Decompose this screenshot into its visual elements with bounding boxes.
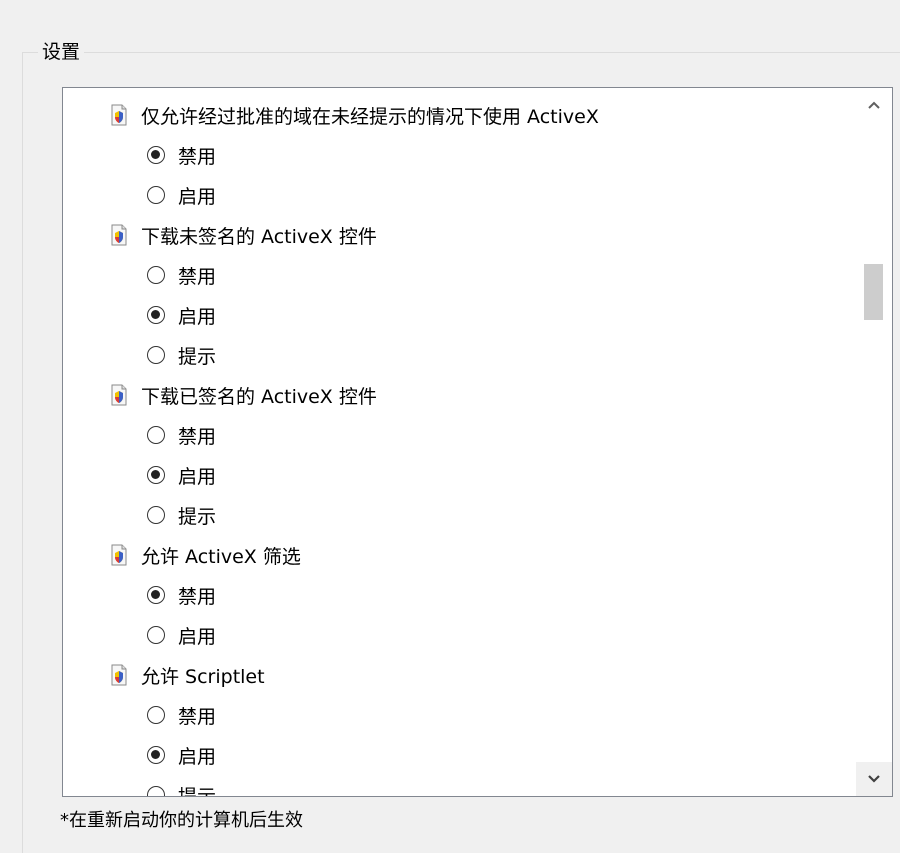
settings-page-icon	[109, 664, 129, 686]
radio-option[interactable]: 启用	[147, 295, 216, 335]
radio-option-label: 提示	[178, 505, 217, 528]
radio-option[interactable]: 禁用	[147, 695, 216, 735]
radio-option-label: 启用	[178, 465, 217, 488]
radio-option-label: 禁用	[178, 705, 217, 728]
setting-item: 下载未签名的 ActiveX 控件	[109, 215, 377, 255]
radio-unchecked-icon[interactable]	[147, 506, 165, 524]
vertical-scrollbar[interactable]	[856, 88, 892, 796]
setting-label: 仅允许经过批准的域在未经提示的情况下使用 ActiveX	[141, 105, 599, 128]
group-title: 设置	[38, 39, 85, 65]
setting-label: 允许 Scriptlet	[141, 665, 265, 688]
settings-list[interactable]: 仅允许经过批准的域在未经提示的情况下使用 ActiveX 禁用 启用 下载未签名的 A…	[62, 87, 893, 797]
radio-checked-icon[interactable]	[147, 746, 165, 764]
radio-unchecked-icon[interactable]	[147, 266, 165, 284]
radio-unchecked-icon[interactable]	[147, 346, 165, 364]
setting-label: 下载已签名的 ActiveX 控件	[141, 385, 377, 408]
radio-option[interactable]: 禁用	[147, 415, 216, 455]
radio-option[interactable]: 提示	[147, 775, 217, 797]
settings-page-icon	[109, 224, 129, 246]
radio-option-label: 禁用	[178, 145, 217, 168]
radio-option[interactable]: 提示	[147, 495, 216, 535]
radio-unchecked-icon[interactable]	[147, 706, 165, 724]
radio-option-label: 提示	[178, 785, 217, 797]
chevron-down-icon	[868, 775, 880, 783]
radio-unchecked-icon[interactable]	[147, 786, 165, 796]
radio-option[interactable]: 禁用	[147, 255, 216, 295]
radio-checked-icon[interactable]	[147, 466, 165, 484]
setting-item: 允许 ActiveX 筛选	[109, 535, 301, 575]
radio-option[interactable]: 禁用	[147, 575, 216, 615]
radio-unchecked-icon[interactable]	[147, 426, 165, 444]
radio-option-label: 禁用	[178, 425, 217, 448]
restart-note: *在重新启动你的计算机后生效	[60, 810, 303, 831]
radio-unchecked-icon[interactable]	[147, 186, 165, 204]
radio-option-label: 禁用	[178, 265, 217, 288]
radio-option-label: 提示	[178, 345, 217, 368]
settings-page-icon	[109, 104, 129, 126]
radio-unchecked-icon[interactable]	[147, 626, 165, 644]
radio-checked-icon[interactable]	[147, 146, 165, 164]
radio-checked-icon[interactable]	[147, 586, 165, 604]
radio-option-label: 启用	[178, 625, 217, 648]
setting-item: 下载已签名的 ActiveX 控件	[109, 375, 377, 415]
setting-label: 下载未签名的 ActiveX 控件	[141, 225, 377, 248]
scroll-up-button[interactable]	[856, 88, 892, 122]
setting-label: 允许 ActiveX 筛选	[141, 545, 301, 568]
radio-option-label: 禁用	[178, 585, 217, 608]
radio-option[interactable]: 启用	[147, 455, 216, 495]
scroll-down-button[interactable]	[856, 762, 892, 796]
radio-option-label: 启用	[178, 745, 217, 768]
radio-option[interactable]: 提示	[147, 335, 216, 375]
radio-checked-icon[interactable]	[147, 306, 165, 324]
radio-option[interactable]: 启用	[147, 615, 216, 655]
scroll-thumb[interactable]	[864, 264, 883, 320]
chevron-up-icon	[868, 101, 880, 109]
settings-page-icon	[109, 384, 129, 406]
radio-option[interactable]: 禁用	[147, 135, 216, 175]
radio-option[interactable]: 启用	[147, 735, 216, 775]
setting-item: 仅允许经过批准的域在未经提示的情况下使用 ActiveX	[109, 95, 599, 135]
settings-page-icon	[109, 544, 129, 566]
radio-option[interactable]: 启用	[147, 175, 216, 215]
radio-option-label: 启用	[178, 185, 217, 208]
radio-option-label: 启用	[178, 305, 217, 328]
setting-item: 允许 Scriptlet	[109, 655, 265, 695]
